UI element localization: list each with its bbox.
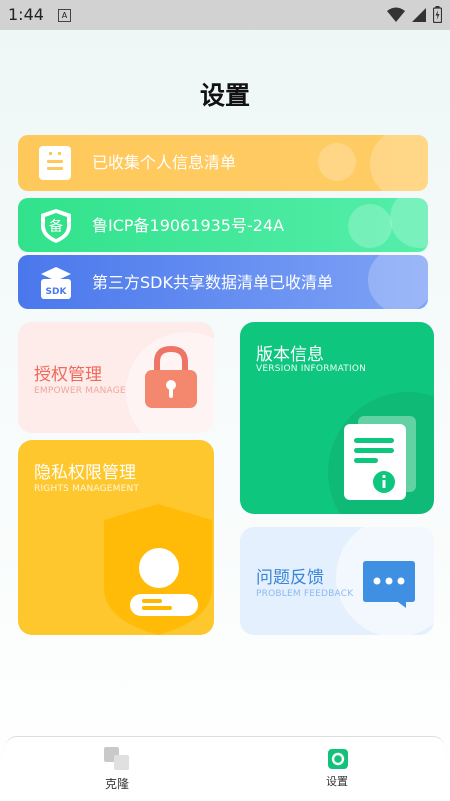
banner-label: 已收集个人信息清单 [92, 153, 237, 172]
empower-manage-card[interactable]: 授权管理 EMPOWER MANAGE [18, 322, 214, 433]
user-shield-icon [104, 504, 212, 635]
decor-circle [368, 255, 428, 309]
page-title: 设置 [199, 81, 250, 110]
wifi-icon [387, 7, 405, 22]
status-bar: 1:44 A [0, 0, 450, 30]
nav-label: 设置 [326, 775, 348, 788]
battery-icon [433, 6, 442, 23]
card-title: 问题反馈 [256, 568, 324, 588]
decor-circle [370, 135, 428, 191]
icp-record-banner[interactable]: 备 鲁ICP备19061935号-24A [18, 198, 428, 252]
problem-feedback-card[interactable]: 问题反馈 PROBLEM FEEDBACK [240, 527, 434, 635]
decor-circle [390, 198, 428, 248]
personal-info-list-banner[interactable]: 已收集个人信息清单 [18, 135, 428, 191]
card-subtitle: EMPOWER MANAGE [34, 386, 126, 396]
chat-bubble-icon [363, 561, 415, 608]
card-title: 隐私权限管理 [34, 463, 136, 483]
version-document-icon [344, 416, 416, 500]
svg-text:备: 备 [49, 218, 63, 235]
list-document-icon [39, 146, 71, 180]
card-subtitle: PROBLEM FEEDBACK [256, 589, 354, 599]
card-title: 授权管理 [34, 365, 102, 385]
signal-icon [412, 7, 426, 22]
icp-shield-icon: 备 [41, 209, 71, 243]
card-title: 版本信息 [256, 345, 324, 365]
nav-tab-settings[interactable]: 设置 [277, 737, 397, 801]
settings-icon [328, 749, 348, 769]
decor-circle [318, 143, 356, 181]
status-time: 1:44 [8, 5, 44, 24]
version-info-card[interactable]: 版本信息 VERSION INFORMATION [240, 322, 434, 514]
nav-tab-clone[interactable]: 克隆 [57, 737, 177, 801]
decor-circle [348, 204, 392, 248]
banner-label: 第三方SDK共享数据清单已收清单 [92, 273, 333, 292]
lock-icon [145, 345, 197, 408]
svg-text:SDK: SDK [46, 287, 68, 297]
card-subtitle: VERSION INFORMATION [256, 364, 367, 374]
rights-management-card[interactable]: 隐私权限管理 RIGHTS MANAGEMENT [18, 440, 214, 635]
nav-label: 克隆 [104, 777, 129, 791]
card-subtitle: RIGHTS MANAGEMENT [34, 484, 140, 494]
notification-a-icon: A [58, 9, 71, 22]
third-party-sdk-banner[interactable]: SDK 第三方SDK共享数据清单已收清单 [18, 255, 428, 309]
clone-icon [104, 747, 129, 770]
bottom-nav: 克隆 设置 [5, 736, 445, 801]
banner-label: 鲁ICP备19061935号-24A [92, 216, 285, 235]
status-icons [387, 6, 442, 23]
sdk-package-icon: SDK [41, 267, 71, 299]
